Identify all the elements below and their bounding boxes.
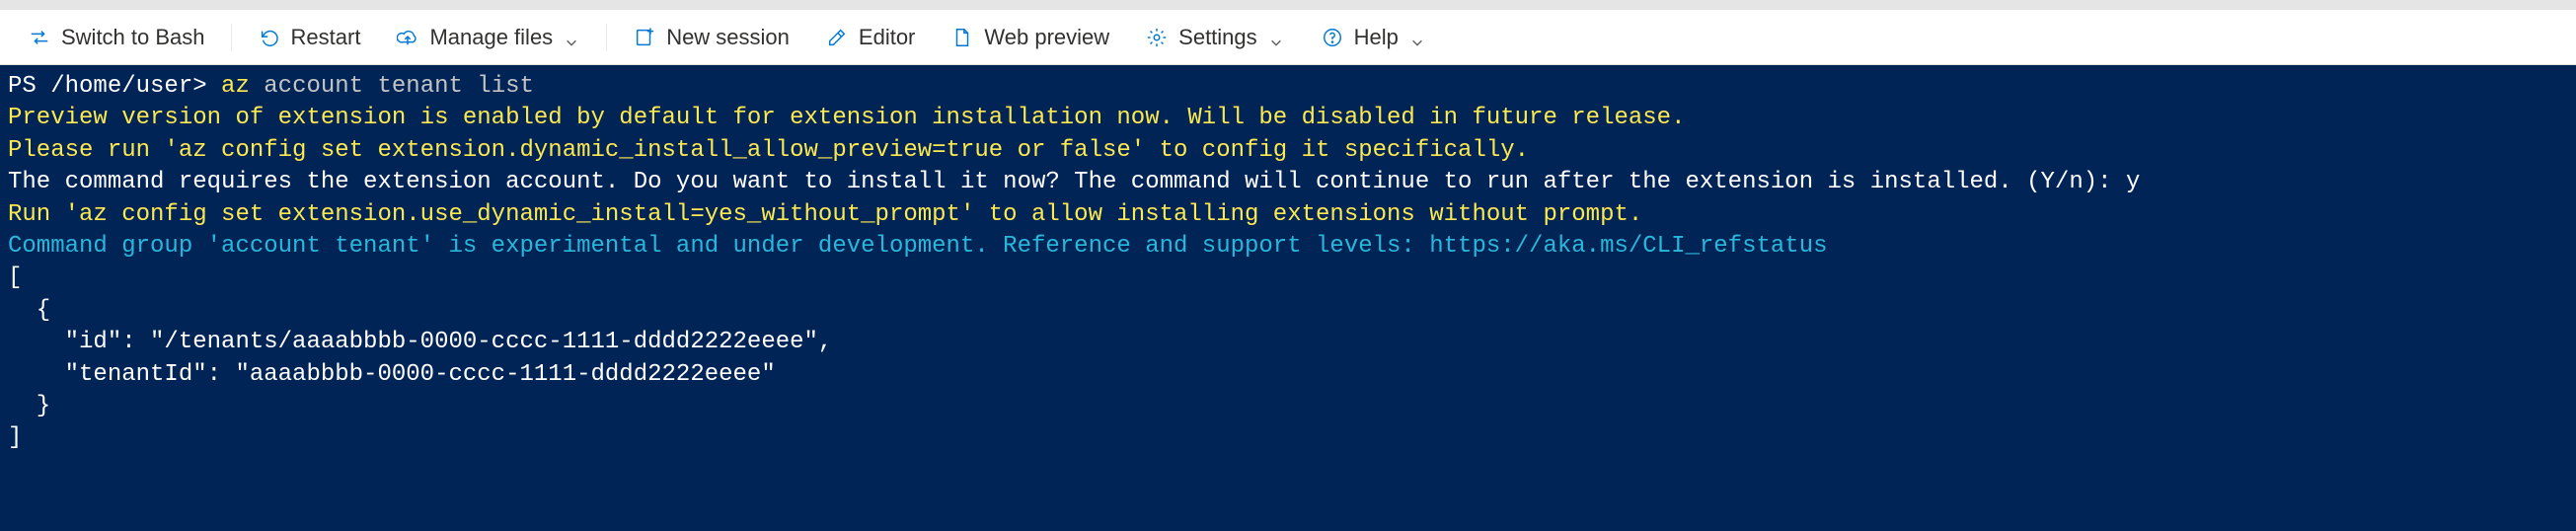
terminal-json-tenantid: "tenantId": "aaaabbbb-0000-cccc-1111-ddd… — [8, 361, 776, 388]
terminal-json-close-bracket: ] — [8, 424, 22, 451]
settings-label: Settings — [1178, 25, 1257, 50]
switch-to-bash-button[interactable]: Switch to Bash — [12, 19, 221, 56]
terminal-line-install-question: The command requires the extension accou… — [8, 169, 2126, 195]
restart-icon — [258, 26, 281, 49]
terminal-json-open-brace: { — [8, 297, 50, 324]
terminal-line-preview1: Preview version of extension is enabled … — [8, 105, 1685, 131]
help-label: Help — [1354, 25, 1399, 50]
web-preview-button[interactable]: Web preview — [935, 19, 1125, 56]
chevron-down-icon — [565, 30, 580, 45]
switch-to-bash-label: Switch to Bash — [61, 25, 205, 50]
chevron-down-icon — [1410, 30, 1426, 45]
new-session-icon — [633, 26, 656, 49]
settings-button[interactable]: Settings — [1129, 19, 1301, 56]
cloud-files-icon — [396, 26, 419, 49]
editor-label: Editor — [859, 25, 915, 50]
terminal-install-answer: y — [2126, 169, 2140, 195]
terminal-json-close-brace: } — [8, 393, 50, 419]
terminal-output[interactable]: PS /home/user> az account tenant list Pr… — [0, 65, 2576, 531]
gear-icon — [1145, 26, 1169, 49]
help-icon — [1321, 26, 1344, 49]
web-preview-icon — [950, 26, 974, 49]
terminal-line-experimental: Command group 'account tenant' is experi… — [8, 233, 1828, 260]
help-button[interactable]: Help — [1305, 19, 1442, 56]
toolbar-divider — [606, 24, 607, 51]
terminal-line-dynamic-install: Run 'az config set extension.use_dynamic… — [8, 201, 1642, 228]
terminal-line-preview2: Please run 'az config set extension.dyna… — [8, 137, 1529, 164]
new-session-button[interactable]: New session — [617, 19, 805, 56]
web-preview-label: Web preview — [984, 25, 1109, 50]
new-session-label: New session — [666, 25, 790, 50]
manage-files-button[interactable]: Manage files — [380, 19, 596, 56]
terminal-json-id: "id": "/tenants/aaaabbbb-0000-cccc-1111-… — [8, 329, 832, 355]
terminal-json-open-bracket: [ — [8, 265, 22, 291]
cloud-shell-toolbar: Switch to Bash Restart Manage files — [0, 10, 2576, 65]
restart-button[interactable]: Restart — [242, 19, 377, 56]
terminal-command-az: az — [221, 73, 250, 100]
terminal-prompt: PS /home/user> — [8, 73, 207, 100]
toolbar-divider — [231, 24, 232, 51]
swap-icon — [28, 26, 51, 49]
terminal-command-args: account tenant list — [250, 73, 534, 100]
manage-files-label: Manage files — [429, 25, 553, 50]
editor-icon — [825, 26, 849, 49]
restart-label: Restart — [291, 25, 361, 50]
editor-button[interactable]: Editor — [809, 19, 931, 56]
chevron-down-icon — [1269, 30, 1285, 45]
